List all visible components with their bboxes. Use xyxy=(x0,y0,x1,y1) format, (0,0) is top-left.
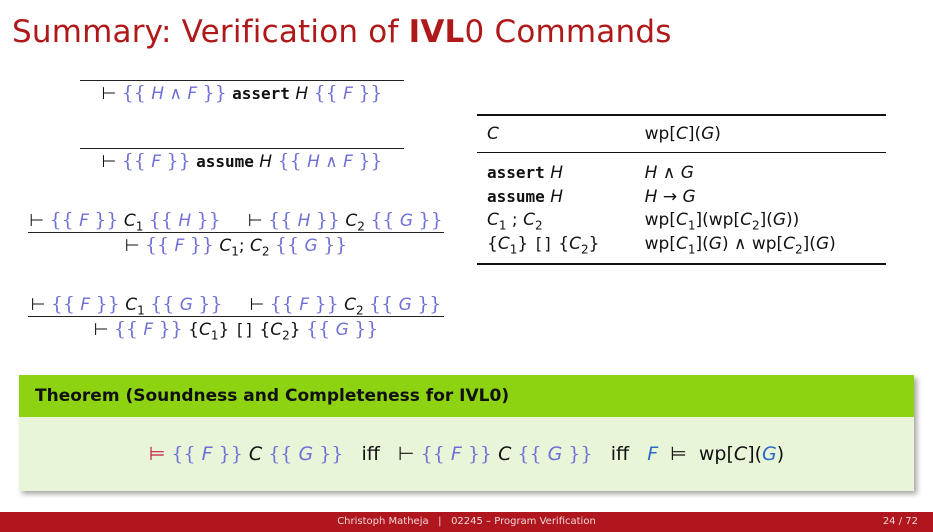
wp-row-choice: {C1} [] {C2} wp[C1](G) ∧ wp[C2](G) xyxy=(477,233,886,264)
theorem-title: Theorem (Soundness and Completeness for … xyxy=(19,375,914,417)
wp-header-command: C xyxy=(487,124,499,144)
wp-table: C wp[C](G) assert H H ∧ G assume H H → G… xyxy=(477,114,886,265)
wp-row-assume: assume H H → G xyxy=(487,187,696,207)
footer-info: Christoph Matheja | 02245 – Program Veri… xyxy=(337,516,596,527)
wp-table-header: C wp[C](G) xyxy=(477,115,886,153)
wp-row-assert: assert H H ∧ G xyxy=(477,152,886,186)
rule-choice-conclusion: ⊢ {{ F }} {C1} [] {C2} {{ G }} xyxy=(93,318,379,343)
rule-seq-premises: ⊢ {{ F }} C1 {{ H }} ⊢ {{ H }} C2 {{ G }… xyxy=(29,209,443,234)
rule-choice-premises: ⊢ {{ F }} C1 {{ G }} ⊢ {{ F }} C2 {{ G }… xyxy=(30,293,442,318)
rule-assume: ⊢ {{ F }} assume H {{ H ∧ F }} xyxy=(80,148,404,173)
rule-choice: ⊢ {{ F }} C1 {{ G }} ⊢ {{ F }} C2 {{ G }… xyxy=(28,292,444,343)
rule-assert-conclusion: ⊢ {{ H ∧ F }} assert H {{ F }} xyxy=(101,82,383,104)
rule-assert: ⊢ {{ H ∧ F }} assert H {{ F }} xyxy=(80,80,404,105)
rule-seq-conclusion: ⊢ {{ F }} C1; C2 {{ G }} xyxy=(124,234,348,259)
slide-title: Summary: Verification of IVL0 Commands xyxy=(12,14,672,50)
rule-seq: ⊢ {{ F }} C1 {{ H }} ⊢ {{ H }} C2 {{ G }… xyxy=(28,208,444,259)
rule-assume-conclusion: ⊢ {{ F }} assume H {{ H ∧ F }} xyxy=(101,150,383,172)
theorem-statement: ⊨ {{ F }} C {{ G }} iff ⊢ {{ F }} C {{ G… xyxy=(148,443,785,465)
wp-row-seq: C1 ; C2 wp[C1](wp[C2](G)) xyxy=(487,209,800,233)
theorem-block: Theorem (Soundness and Completeness for … xyxy=(19,375,914,491)
footer-bar: Christoph Matheja | 02245 – Program Veri… xyxy=(0,512,933,532)
wp-header-wp: wp[C](G) xyxy=(644,124,721,144)
page-number: 24 / 72 xyxy=(882,516,918,527)
